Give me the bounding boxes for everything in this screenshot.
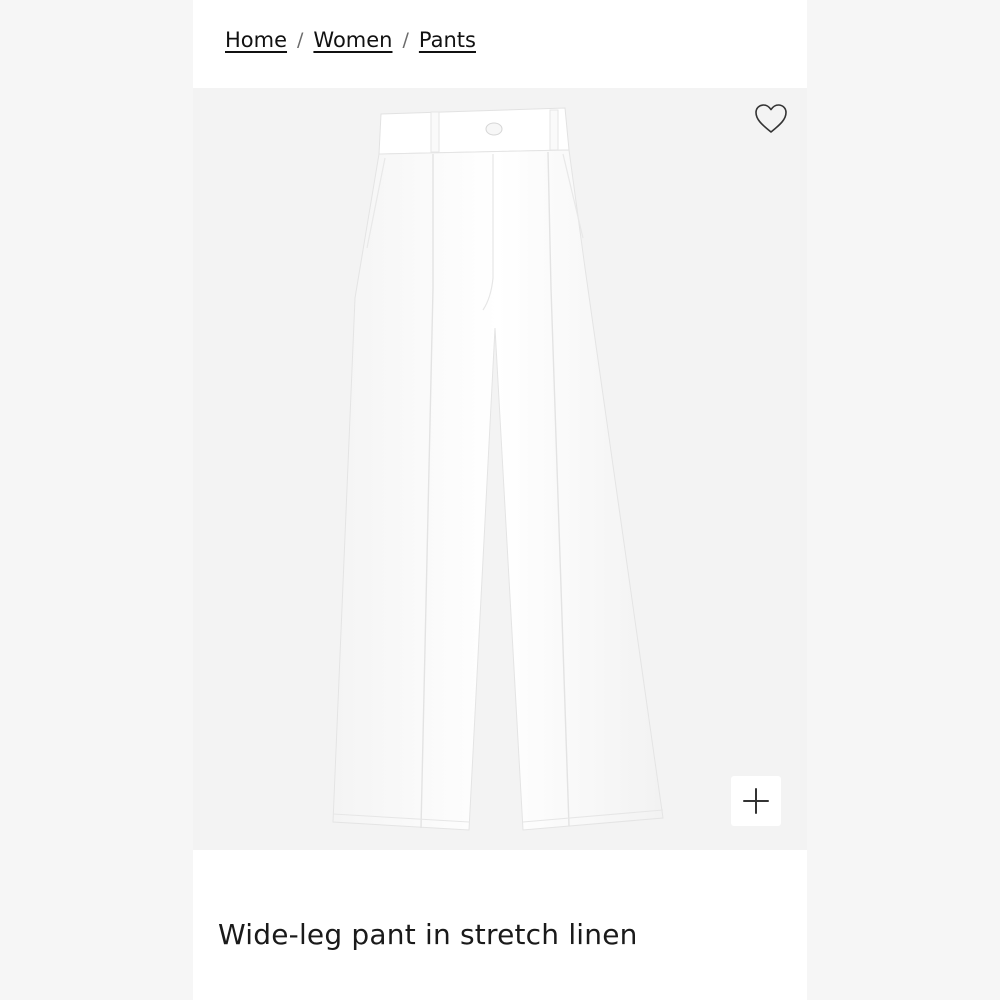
product-title: Wide-leg pant in stretch linen [218,918,638,951]
breadcrumb-separator: / [402,29,409,51]
breadcrumb: Home / Women / Pants [225,22,476,58]
product-image[interactable] [193,88,807,850]
zoom-button[interactable] [731,776,781,826]
heart-icon [755,104,787,133]
right-margin [807,0,1000,1000]
product-content: Home / Women / Pants Wide-leg pant in st… [193,0,807,1000]
breadcrumb-home-link[interactable]: Home [225,28,287,52]
wishlist-heart-icon[interactable] [753,102,789,136]
left-margin [0,0,193,1000]
plus-icon [743,788,769,814]
breadcrumb-separator: / [297,29,304,51]
breadcrumb-women-link[interactable]: Women [313,28,392,52]
breadcrumb-pants-link[interactable]: Pants [419,28,476,52]
pants-image [332,107,664,831]
product-page: Home / Women / Pants Wide-leg pant in st… [0,0,1000,1000]
